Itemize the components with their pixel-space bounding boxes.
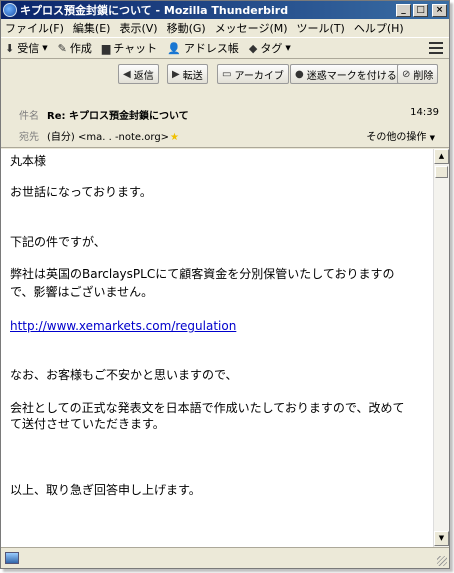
archive-label: アーカイブ — [234, 70, 284, 82]
body-line: 丸本様 — [10, 154, 47, 168]
address-book-label: アドレス帳 — [183, 42, 239, 55]
receive-button[interactable]: ⬇ 受信 ▼ — [5, 40, 48, 56]
message-time: 14:39 — [410, 107, 439, 118]
menu-edit[interactable]: 編集(E) — [73, 20, 111, 36]
body-line: 弊社は英国のBarclaysPLCにて顧客資金を分別保管いたしておりますの — [10, 267, 395, 281]
reply-button[interactable]: ◀ 返信 — [118, 64, 159, 84]
message-header: 件名 Re: キプロス預金封鎖について 14:39 宛先 (自分) <ma. .… — [1, 88, 449, 148]
status-bar — [1, 547, 449, 568]
maximize-button[interactable]: □ — [413, 3, 428, 17]
from-label: 宛先 — [19, 132, 39, 143]
body-line: 下記の件ですが、 — [10, 235, 106, 249]
receive-label: 受信 — [17, 42, 40, 55]
menu-bar: ファイル(F) 編集(E) 表示(V) 移動(G) メッセージ(M) ツール(T… — [1, 19, 449, 37]
compose-button[interactable]: ✎ 作成 — [58, 40, 92, 56]
reply-label: 返信 — [133, 70, 154, 82]
window-title: キプロス預金封鎖について - Mozilla Thunderbird — [20, 4, 289, 17]
online-status-icon[interactable] — [5, 552, 19, 564]
chevron-down-icon[interactable]: ▼ — [42, 44, 47, 52]
forward-label: 転送 — [182, 70, 203, 82]
delete-circle-icon: ⊘ — [402, 68, 411, 80]
address-book-button[interactable]: 👤 アドレス帳 — [167, 40, 239, 56]
message-subject: Re: キプロス預金封鎖について — [47, 111, 189, 122]
delete-label: 削除 — [413, 70, 434, 82]
body-line: 以上、取り急ぎ回答申し上げます。 — [10, 483, 201, 497]
message-recipient[interactable]: (自分) <ma. . -note.org>★ — [47, 128, 179, 143]
message-actions-bar: ◀ 返信 ▶ 転送 ▭ アーカイブ ● 迷惑マークを付ける ⊘ 削除 — [1, 60, 449, 88]
menu-help[interactable]: ヘルプ(H) — [354, 20, 404, 36]
thunderbird-app-icon — [3, 3, 17, 17]
menu-message[interactable]: メッセージ(M) — [215, 20, 288, 36]
junk-label: 迷惑マークを付ける — [306, 70, 397, 82]
thunderbird-window: キプロス預金封鎖について - Mozilla Thunderbird _ □ ×… — [0, 0, 450, 569]
close-button[interactable]: × — [432, 3, 447, 17]
minimize-button[interactable]: _ — [396, 3, 411, 17]
archive-box-icon: ▭ — [222, 68, 232, 80]
scroll-up-icon[interactable]: ▲ — [434, 149, 449, 164]
title-bar[interactable]: キプロス預金封鎖について - Mozilla Thunderbird _ □ × — [1, 1, 449, 19]
other-actions-menu[interactable]: その他の操作 ▼ — [366, 128, 435, 143]
archive-button[interactable]: ▭ アーカイブ — [217, 64, 289, 84]
regulation-link[interactable]: http://www.xemarkets.com/regulation — [10, 318, 236, 335]
forward-button[interactable]: ▶ 転送 — [167, 64, 208, 84]
junk-flame-icon: ● — [295, 68, 304, 80]
junk-button[interactable]: ● 迷惑マークを付ける — [290, 64, 402, 84]
compose-label: 作成 — [69, 42, 92, 55]
tag-icon: ◆ — [248, 41, 258, 55]
body-line: 会社としての正式な発表文を日本語で作成いたしておりますので、改めて — [10, 401, 405, 415]
message-body[interactable]: 丸本様 お世話になっております。 下記の件ですが、 弊社は英国のBarclays… — [1, 149, 433, 547]
reply-arrow-icon: ◀ — [123, 68, 131, 80]
chevron-down-icon: ▼ — [285, 44, 291, 52]
pencil-icon: ✎ — [57, 41, 67, 55]
chat-bubble-icon: ▆ — [101, 41, 111, 55]
menu-view[interactable]: 表示(V) — [119, 20, 157, 36]
forward-arrow-icon: ▶ — [172, 68, 180, 80]
inbox-download-icon: ⬇ — [5, 41, 15, 55]
other-actions-label: その他の操作 — [366, 132, 427, 143]
resize-grip-icon[interactable] — [437, 556, 447, 566]
star-icon[interactable]: ★ — [170, 132, 179, 143]
main-toolbar: ⬇ 受信 ▼ ✎ 作成 ▆ チャット 👤 アドレス帳 ◆ タグ ▼ — [1, 37, 449, 59]
menu-file[interactable]: ファイル(F) — [5, 20, 64, 36]
subject-label: 件名 — [19, 111, 39, 122]
vertical-scrollbar[interactable]: ▲ ▼ — [433, 149, 449, 547]
tag-label: タグ — [260, 42, 283, 55]
menu-go[interactable]: 移動(G) — [167, 20, 206, 36]
scroll-down-icon[interactable]: ▼ — [434, 531, 449, 546]
menu-tools[interactable]: ツール(T) — [297, 20, 345, 36]
chat-button[interactable]: ▆ チャット — [102, 40, 157, 56]
recipient-address[interactable]: (自分) <ma. . -note.org> — [47, 132, 169, 143]
delete-button[interactable]: ⊘ 削除 — [397, 64, 439, 84]
body-line: なお、お客様もご不安かと思いますので、 — [10, 368, 238, 382]
app-menu-button[interactable] — [429, 42, 443, 54]
person-icon: 👤 — [167, 41, 181, 55]
body-line: て送付させていただきます。 — [10, 417, 165, 431]
chevron-down-icon: ▼ — [429, 134, 435, 142]
tag-button[interactable]: ◆ タグ ▼ — [249, 40, 291, 56]
body-line: お世話になっております。 — [10, 185, 152, 199]
body-line: で、影響はございません。 — [10, 285, 154, 299]
chat-label: チャット — [113, 42, 158, 55]
scroll-thumb[interactable] — [435, 166, 448, 178]
